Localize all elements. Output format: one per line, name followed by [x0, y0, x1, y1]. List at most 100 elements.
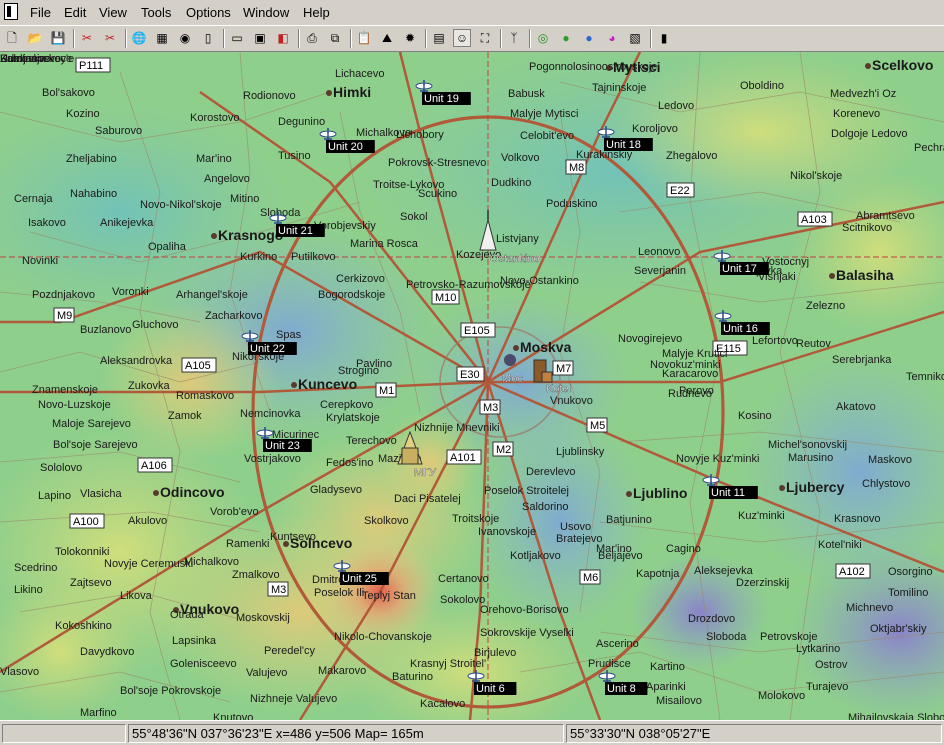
city-label: Derevlevo — [526, 466, 576, 478]
city-label: Aparinki — [646, 681, 686, 693]
unit-label: Unit 16 — [723, 323, 758, 335]
poi-label: МГУ — [414, 467, 437, 479]
city-label: Novyje Ceremuski — [104, 558, 193, 570]
city-label: Cernaja — [14, 193, 53, 205]
city-label: Nahabino — [70, 188, 117, 200]
road-shield: P111 — [75, 57, 111, 73]
terrain-icon[interactable]: ⛰ — [378, 29, 396, 47]
page-icon[interactable]: ▯ — [199, 29, 217, 47]
city-label: Turajevo — [806, 681, 848, 693]
earth-blue-icon[interactable]: ● — [580, 29, 598, 47]
status-pane-empty — [2, 724, 126, 743]
city-label: Misailovo — [656, 695, 702, 707]
city-label: Bol'soje Pokrovskoje — [120, 685, 221, 697]
toolbar-separator — [500, 29, 502, 48]
road-shield: M8 — [565, 159, 587, 175]
map-view[interactable]: P111 M8 E22 A103 E105 M10 M7 M1 E30 M3 M2 M5 M6 E115 A… — [0, 52, 944, 720]
map-canvas[interactable]: P111M8E22A103E105M10M7M1E30M3M2M5M6E115A… — [0, 52, 944, 720]
city-label: Scitnikovo — [842, 222, 892, 234]
city-label: Ljublinsky — [556, 446, 605, 458]
unit-label: Unit 18 — [606, 139, 641, 151]
palette-icon[interactable]: ◕ — [603, 29, 621, 47]
city-label: Marusino — [788, 452, 833, 464]
cut-icon[interactable]: ✂ — [101, 29, 119, 47]
cut-route-icon[interactable]: ✂ — [78, 29, 96, 47]
svg-text:E30: E30 — [460, 369, 480, 381]
window-icon[interactable]: ▤ — [430, 29, 448, 47]
road-shield: A100 — [69, 513, 105, 529]
city-label: Akulovo — [128, 515, 167, 527]
city-label: Michnevo — [846, 602, 893, 614]
menu-edit[interactable]: Edit — [64, 5, 86, 20]
menu-options[interactable]: Options — [186, 5, 231, 20]
city-label: Medvezh'i Oz — [830, 88, 896, 100]
user-icon[interactable]: ☺ — [453, 29, 471, 47]
menu-window[interactable]: Window — [243, 5, 289, 20]
city-label: Gladysevo — [310, 484, 362, 496]
status-bar: 55°48'36"N 037°36'23"E x=486 y=506 Map= … — [0, 720, 944, 745]
city-label: Ascerino — [596, 638, 639, 650]
city-label: Kotel'niki — [818, 539, 862, 551]
svg-text:E105: E105 — [464, 325, 490, 337]
sun-icon[interactable]: ✹ — [401, 29, 419, 47]
toolbar-separator — [298, 29, 300, 48]
city-label: Vostrjakovo — [244, 453, 301, 465]
page-save-icon[interactable]: ▣ — [251, 29, 269, 47]
city-label: Novyje Kuz'minki — [676, 453, 759, 465]
app-icon[interactable] — [4, 3, 18, 20]
city-label: Peredel'cy — [264, 645, 316, 657]
city-label: Perovo — [679, 385, 714, 397]
menu-file[interactable]: File — [30, 5, 51, 20]
antenna-icon[interactable]: ᛉ — [505, 29, 523, 47]
city-label: Nizhneje Valujevo — [250, 693, 337, 705]
city-label: Listvjany — [496, 233, 539, 245]
paste-icon[interactable]: 📋 — [355, 29, 373, 47]
city-label: Kozino — [66, 108, 100, 120]
city-label: Cerepkovo — [320, 399, 373, 411]
earth-green-icon[interactable]: ● — [557, 29, 575, 47]
print-map-icon[interactable]: ▦ — [153, 29, 171, 47]
toolbar-separator — [73, 29, 75, 48]
city-label: Usovo — [560, 521, 591, 533]
city-label: Malyje Krutici — [662, 348, 727, 360]
city-label: Udel'naja — [0, 53, 46, 65]
device-icon[interactable]: ▮ — [655, 29, 673, 47]
save-icon[interactable]: 💾 — [49, 29, 67, 47]
copy-icon[interactable]: ⧉ — [326, 29, 344, 47]
city-label: Michel'sonovskij — [768, 439, 847, 451]
globe-icon[interactable]: 🌐 — [130, 29, 148, 47]
city-label: Sloboda — [706, 631, 747, 643]
printer-icon[interactable]: ⎙ — [303, 29, 321, 47]
city-label: Osorgino — [888, 566, 933, 578]
city-label: Reutov — [796, 338, 831, 350]
unit-label: Unit 11 — [711, 487, 745, 499]
city-label: Bol'soje Sarejevo — [53, 439, 138, 451]
toolbar-separator — [125, 29, 127, 48]
open-folder-icon[interactable]: 📂 — [26, 29, 44, 47]
city-label: Krasnogo — [218, 227, 283, 243]
menu-tools[interactable]: Tools — [141, 5, 171, 20]
svg-text:M1: M1 — [379, 385, 394, 397]
toolbar-separator — [350, 29, 352, 48]
svg-text:A101: A101 — [450, 452, 476, 464]
menu-help[interactable]: Help — [303, 5, 330, 20]
satellite-icon[interactable]: ◉ — [176, 29, 194, 47]
city-label: Zhegalovo — [666, 150, 717, 162]
city-label: Knutovo — [213, 712, 253, 720]
svg-text:A102: A102 — [839, 566, 865, 578]
menu-view[interactable]: View — [99, 5, 127, 20]
city-label: Kotljakovo — [510, 550, 561, 562]
road-shield: M7 — [552, 360, 574, 376]
chart-icon[interactable]: ▧ — [626, 29, 644, 47]
select-icon[interactable]: ⛶ — [476, 29, 494, 47]
new-file-icon[interactable]: 🗋 — [3, 29, 21, 47]
city-label: Zelezno — [806, 300, 845, 312]
toolbar-separator — [650, 29, 652, 48]
city-label: Valujevo — [246, 667, 287, 679]
pdf-icon[interactable]: ◧ — [274, 29, 292, 47]
city-marker — [291, 382, 297, 388]
city-label: Karacarovo — [662, 368, 718, 380]
target-icon[interactable]: ◎ — [534, 29, 552, 47]
poi-label: Мос — [502, 373, 523, 385]
page-edit-icon[interactable]: ▭ — [228, 29, 246, 47]
